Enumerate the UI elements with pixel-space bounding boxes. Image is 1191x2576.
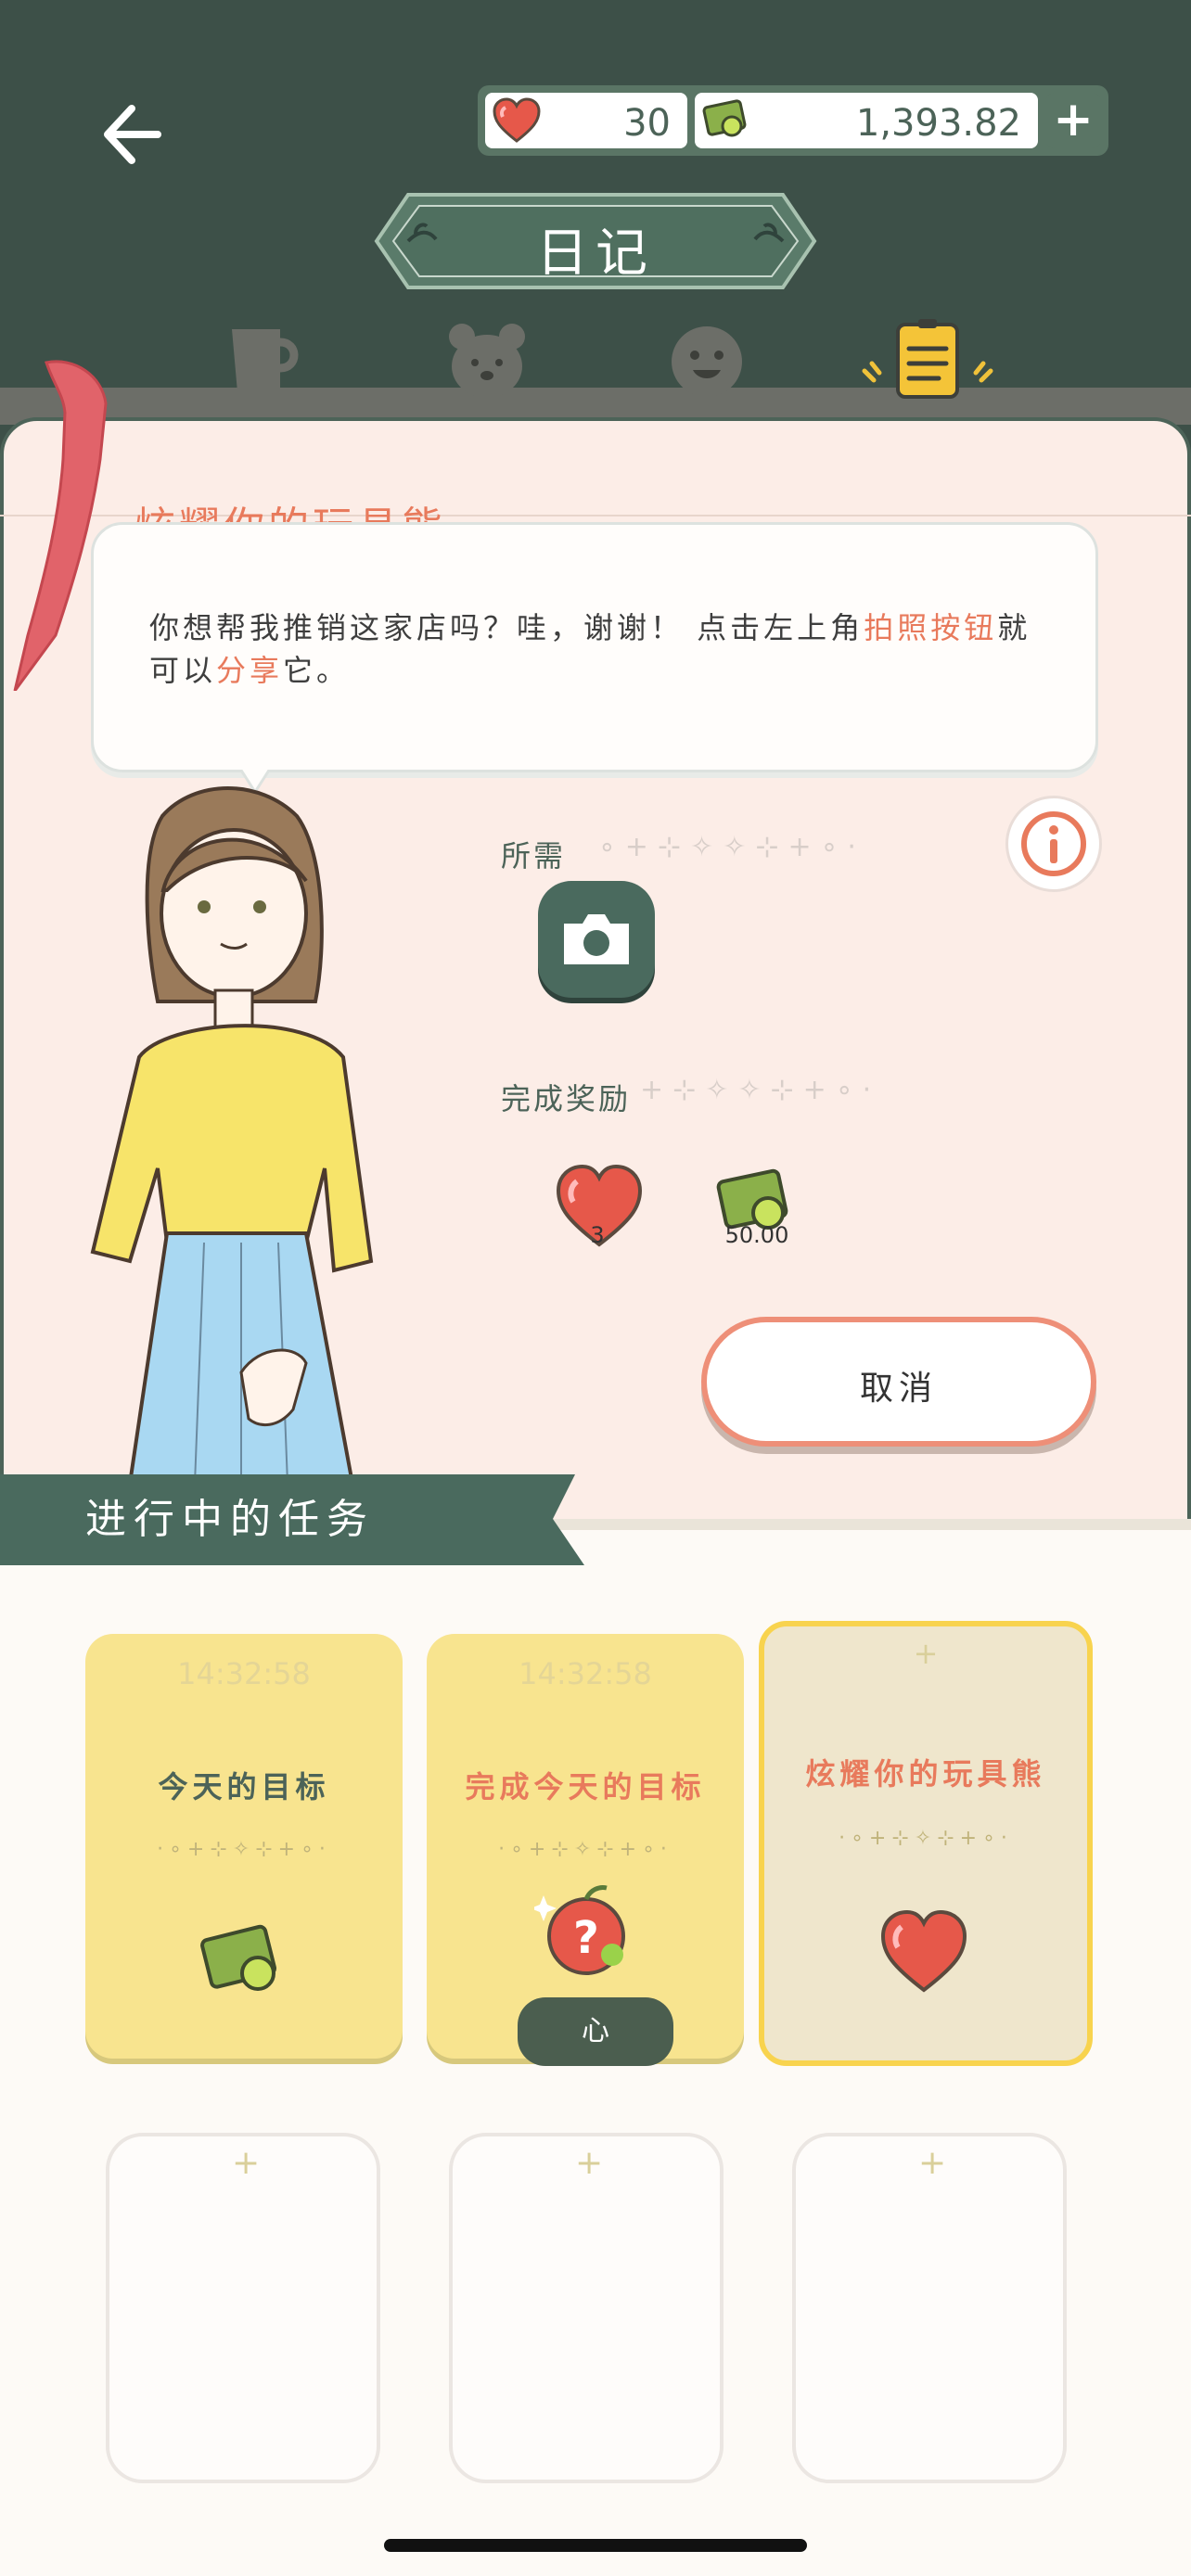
card-dots: ·∘+⊹✧⊹+∘· [839, 1827, 1013, 1850]
mystery-apple-icon: ? [534, 1885, 625, 1975]
sparkle-icon: + [918, 2144, 947, 2182]
empty-task-slot: + [449, 2133, 724, 2483]
task-card-complete-today-goal[interactable]: 14:32:58 完成今天的目标 ·∘+⊹✧⊹+∘· ? [427, 1634, 744, 2059]
hearts-value: 30 [623, 102, 671, 145]
camera-icon [564, 914, 629, 964]
money-counter: 1,393.82 [695, 93, 1038, 148]
task-name: 完成今天的目标 [465, 1769, 706, 1804]
speech-text: 你想帮我推销这家店吗？哇，谢谢！ 点击左上角拍照按钮就可以分享它。 [149, 606, 1058, 692]
decorative-dots: +⊹✧✧⊹+∘· [640, 1074, 881, 1106]
task-card-today-goal[interactable]: 14:32:58 今天的目标 ·∘+⊹✧⊹+∘· [85, 1634, 403, 2059]
task-name: 今天的目标 [158, 1769, 330, 1804]
tab-cup[interactable] [223, 320, 306, 403]
speech-highlight-photo-button: 拍照按钮 [864, 610, 998, 645]
task-card-show-bear[interactable]: + 炫耀你的玩具熊 ·∘+⊹✧⊹+∘· [759, 1621, 1093, 2066]
task-tag-heart: 心 [518, 1997, 673, 2066]
page-title: 日记 [536, 223, 655, 284]
heart-reward-value: 3 [590, 1222, 605, 1248]
card-dots: ·∘+⊹✧⊹+∘· [498, 1838, 672, 1861]
svg-text:?: ? [573, 1912, 599, 1964]
sparkle-icon: + [575, 2144, 604, 2182]
money-icon [200, 1924, 277, 1991]
cup-icon [232, 329, 299, 392]
smile-icon [672, 326, 742, 397]
heart-icon [880, 1909, 967, 1993]
speech-text-part: 你想帮我推销这家店吗？哇，谢谢！ 点击左上角 [149, 610, 864, 645]
heart-icon [493, 97, 541, 143]
empty-task-slot: + [106, 2133, 380, 2483]
diary-icon [862, 319, 993, 399]
reward-label: 完成奖励 [501, 1081, 632, 1116]
card-dots: ·∘+⊹✧⊹+∘· [157, 1838, 331, 1861]
home-indicator[interactable] [384, 2539, 807, 2552]
customer-character [74, 779, 427, 1486]
add-currency-button[interactable]: + [1045, 93, 1101, 148]
title-plate: 日记 [371, 185, 820, 297]
sparkle-icon: + [232, 2144, 261, 2182]
speech-bubble: 你想帮我推销这家店吗？哇，谢谢！ 点击左上角拍照按钮就可以分享它。 [91, 522, 1098, 772]
tab-bear[interactable] [445, 320, 529, 403]
tab-diary[interactable] [853, 315, 1002, 399]
empty-task-slot: + [792, 2133, 1067, 2483]
info-icon [1021, 811, 1086, 876]
ongoing-tasks-label: 进行中的任务 [85, 1496, 375, 1543]
card-sparkle-icon: + [913, 1636, 939, 1671]
tab-mood[interactable] [665, 320, 749, 403]
decorative-dots: ∘+⊹✧✧⊹+∘· [598, 831, 865, 863]
money-value: 1,393.82 [855, 102, 1021, 145]
info-button[interactable] [1005, 796, 1102, 892]
currency-bar: 30 1,393.82 + [478, 85, 1108, 156]
cancel-button[interactable]: 取消 [701, 1317, 1096, 1447]
cancel-button-label: 取消 [859, 1370, 938, 1408]
money-icon [702, 99, 747, 137]
speech-text-part: 它。 [283, 653, 351, 688]
task-timer: 14:32:58 [177, 1656, 311, 1691]
task-name: 炫耀你的玩具熊 [805, 1756, 1046, 1792]
back-arrow-icon[interactable] [93, 88, 186, 181]
hearts-counter: 30 [485, 93, 687, 148]
money-reward-value: 50.00 [724, 1222, 789, 1248]
speech-highlight-share: 分享 [216, 653, 284, 688]
task-timer: 14:32:58 [519, 1656, 652, 1691]
bear-icon [449, 324, 525, 398]
required-label: 所需 [501, 838, 567, 874]
camera-button[interactable] [538, 881, 655, 998]
